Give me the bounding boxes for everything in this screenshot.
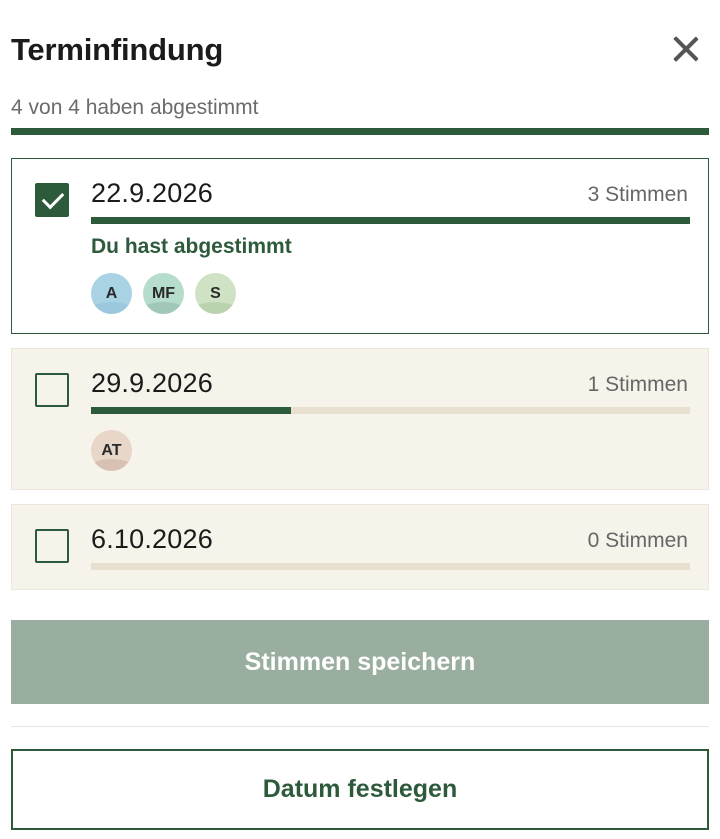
avatar: S [195,273,236,314]
option-checkbox-2[interactable] [35,373,69,407]
option-date: 22.9.2026 [91,178,213,208]
voter-avatars: AT [91,430,132,471]
option-vote-count: 3 Stimmen [587,183,688,206]
option-vote-count: 0 Stimmen [587,529,688,552]
option-vote-bar [91,217,690,224]
date-option-3[interactable]: 6.10.2026 0 Stimmen [11,504,709,590]
you-voted-label: Du hast abgestimmt [91,235,292,258]
overall-progress-bar [11,128,709,135]
option-date: 6.10.2026 [91,524,213,554]
avatar: AT [91,430,132,471]
option-vote-bar [91,407,690,414]
option-checkbox-1[interactable] [35,183,69,217]
divider [11,726,709,727]
date-option-1[interactable]: 22.9.2026 3 Stimmen Du hast abgestimmt A… [11,158,709,334]
option-vote-bar-fill [91,217,690,224]
dialog-header: Terminfindung [11,30,709,70]
option-date: 29.9.2026 [91,368,213,398]
option-vote-bar [91,563,690,570]
option-vote-bar-fill [91,407,291,414]
close-icon[interactable] [671,34,701,64]
voter-avatars: A MF S [91,273,236,314]
avatar: A [91,273,132,314]
save-votes-button[interactable]: Stimmen speichern [11,620,709,704]
vote-summary: 4 von 4 haben abgestimmt [11,96,259,119]
option-vote-count: 1 Stimmen [587,373,688,396]
fix-date-button[interactable]: Datum festlegen [11,749,709,830]
date-option-2[interactable]: 29.9.2026 1 Stimmen AT [11,348,709,490]
avatar: MF [143,273,184,314]
option-checkbox-3[interactable] [35,529,69,563]
page-title: Terminfindung [11,32,224,67]
